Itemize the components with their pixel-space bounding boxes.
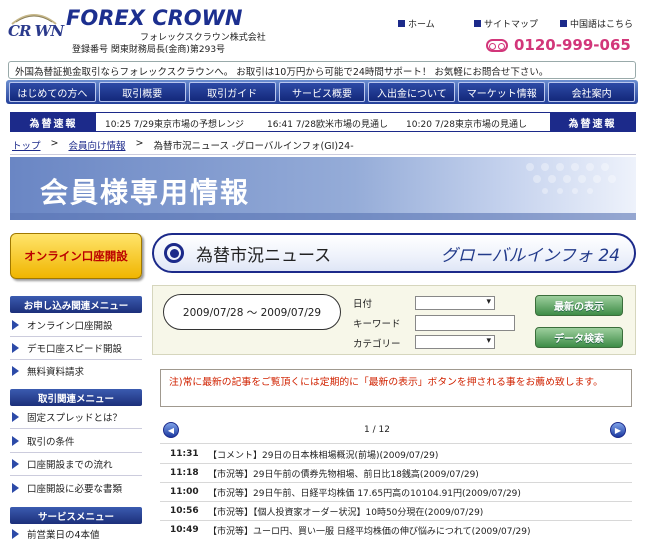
logo-name: FOREX CROWN <box>66 6 243 30</box>
notice-message: 注)常に最新の記事をご覧頂くには定期的に「最新の表示」ボタンを押される事をお薦め… <box>160 369 632 407</box>
date-range: 2009/07/28 〜 2009/07/29 <box>163 294 341 330</box>
divider <box>10 452 142 453</box>
news-time: 11:31 <box>170 449 199 459</box>
info-banner: 外国為替証拠金取引ならフォレックスクラウンへ。 お取引は10万円から可能で24時… <box>8 61 636 79</box>
square-bullet-icon <box>474 20 481 27</box>
free-dial-icon <box>486 38 508 52</box>
breadcrumb: トップ > 会員向け情報 > 為替市況ニュース -グローバルインフォ(GI)24… <box>12 138 354 152</box>
nav-company[interactable]: 会社案内 <box>548 82 636 102</box>
sidebar-item-account-flow[interactable]: 口座開設までの流れ <box>12 456 142 472</box>
sidebar-heading-trading: 取引関連メニュー <box>10 389 142 406</box>
rates-label-right: 為替速報 <box>550 113 635 131</box>
chinese-link[interactable]: 中国語はこちら <box>560 17 633 30</box>
breadcrumb-top[interactable]: トップ <box>12 138 41 152</box>
arrow-right-icon <box>12 343 19 353</box>
arrow-right-icon <box>12 436 19 446</box>
divider <box>10 428 142 429</box>
news-link[interactable]: 【市況等】【個人投資家オーダー状況】10時50分現在(2009/07/29) <box>208 505 632 518</box>
date-select[interactable] <box>415 296 495 310</box>
sidebar-heading-application: お申し込み関連メニュー <box>10 296 142 313</box>
divider <box>10 475 142 476</box>
square-bullet-icon <box>398 20 405 27</box>
divider <box>160 443 632 444</box>
sidebar-item-fixed-spread[interactable]: 固定スプレッドとは？ <box>12 409 142 425</box>
date-label: 日付 <box>353 299 373 310</box>
news-row[interactable]: 10:56 【市況等】【個人投資家オーダー状況】10時50分現在(2009/07/… <box>160 502 632 520</box>
news-time: 11:00 <box>170 487 199 497</box>
news-link[interactable]: 【市況等】29日午前の債券先物相場、前日比18銭高(2009/07/29) <box>208 467 632 480</box>
home-link[interactable]: ホーム <box>398 17 435 30</box>
news-row[interactable]: 11:18 【市況等】29日午前の債券先物相場、前日比18銭高(2009/07/2… <box>160 464 632 482</box>
nav-service-overview[interactable]: サービス概要 <box>278 82 366 102</box>
phone-number[interactable]: 0120-999-065 <box>486 36 631 54</box>
breadcrumb-separator: > <box>135 138 144 149</box>
page-title: 会員様専用情報 <box>40 176 251 209</box>
arrow-right-icon <box>12 483 19 493</box>
square-bullet-icon <box>560 20 567 27</box>
arrow-right-icon <box>12 412 19 422</box>
nav-market-info[interactable]: マーケット情報 <box>458 82 546 102</box>
divider <box>10 359 142 360</box>
news-title: 為替市況ニュース <box>196 245 332 266</box>
divider <box>10 336 142 337</box>
news-header: 為替市況ニュース グローバルインフォ 24 <box>152 233 636 273</box>
ticker-item[interactable]: 10:20 7/28東京市場の見通し <box>406 117 527 130</box>
keyword-input[interactable] <box>415 315 515 331</box>
ticker-item[interactable]: 16:41 7/28欧米市場の見通し <box>267 117 388 130</box>
news-link[interactable]: 【市況等】29日午前、日経平均株価 17.65円高の10104.91円(2009… <box>208 486 632 499</box>
news-row[interactable]: 10:49 【市況等】ユーロ円、買い一服 日経平均株価の伸び悩みにつれて(2009… <box>160 521 632 539</box>
nav-trading-overview[interactable]: 取引概要 <box>98 82 186 102</box>
arrow-right-icon <box>12 366 19 376</box>
category-label: カテゴリー <box>353 339 401 350</box>
rates-ticker: 為替速報 10:25 7/29東京市場の予想レンジ 16:41 7/28欧米市場… <box>10 112 636 132</box>
breadcrumb-current: 為替市況ニュース -グローバルインフォ(GI)24- <box>153 141 354 152</box>
logo-short: CR WN <box>8 22 64 40</box>
registration-number: 登録番号 関東財務局長(金商)第293号 <box>72 45 226 55</box>
news-row[interactable]: 11:00 【市況等】29日午前、日経平均株価 17.65円高の10104.91円… <box>160 483 632 501</box>
nav-deposit-withdrawal[interactable]: 入出金について <box>368 82 456 102</box>
news-link[interactable]: 【コメント】29日の日本株相場概況(前場)(2009/07/29) <box>208 448 632 461</box>
news-time: 10:49 <box>170 525 199 535</box>
page-counter: 1 / 12 <box>364 425 390 435</box>
sidebar-item-ohlc[interactable]: 前営業日の4本値 <box>12 526 142 542</box>
sidebar-heading-service: サービスメニュー <box>10 507 142 524</box>
keyword-label: キーワード <box>353 319 401 330</box>
sidebar-item-free-brochure[interactable]: 無料資料請求 <box>12 363 142 379</box>
page-banner: 会員様専用情報 <box>10 157 636 220</box>
search-panel: 2009/07/28 〜 2009/07/29 日付 キーワード カテゴリー 最… <box>152 285 636 355</box>
main-nav: はじめての方へ 取引概要 取引ガイド サービス概要 入出金について マーケット情… <box>6 80 638 104</box>
news-subtitle: グローバルインフォ 24 <box>440 245 620 266</box>
rates-label-left: 為替速報 <box>11 113 96 131</box>
sitemap-link[interactable]: サイトマップ <box>474 17 538 30</box>
arrow-right-icon <box>12 459 19 469</box>
category-select[interactable] <box>415 335 495 349</box>
prev-page-button[interactable]: ◀ <box>163 422 179 438</box>
arrow-right-icon <box>12 529 19 539</box>
nav-beginners[interactable]: はじめての方へ <box>9 82 96 102</box>
nav-trading-guide[interactable]: 取引ガイド <box>188 82 276 102</box>
news-row[interactable]: 11:31 【コメント】29日の日本株相場概況(前場)(2009/07/29) <box>160 445 632 463</box>
arrow-right-icon <box>12 320 19 330</box>
ticker-item[interactable]: 10:25 7/29東京市場の予想レンジ <box>105 117 244 130</box>
arrow-right-icon: ▶ <box>614 425 622 435</box>
breadcrumb-separator: > <box>50 138 59 149</box>
sidebar-item-demo-account[interactable]: デモ口座スピード開設 <box>12 340 142 356</box>
arrow-left-icon: ◀ <box>167 425 175 435</box>
latest-button[interactable]: 最新の表示 <box>535 295 623 316</box>
sidebar-item-required-documents[interactable]: 口座開設に必要な書類 <box>12 480 142 496</box>
sidebar-item-trading-conditions[interactable]: 取引の条件 <box>12 433 142 449</box>
news-time: 10:56 <box>170 506 199 516</box>
bullet-circle-icon <box>164 243 184 263</box>
sidebar-item-online-account[interactable]: オンライン口座開設 <box>12 317 142 333</box>
search-button[interactable]: データ検索 <box>535 327 623 348</box>
open-account-button[interactable]: オンライン口座開設 <box>10 233 142 279</box>
divider <box>10 154 636 155</box>
breadcrumb-member-info[interactable]: 会員向け情報 <box>68 138 125 152</box>
next-page-button[interactable]: ▶ <box>610 422 626 438</box>
news-time: 11:18 <box>170 468 199 478</box>
news-link[interactable]: 【市況等】ユーロ円、買い一服 日経平均株価の伸び悩みにつれて(2009/07/2… <box>208 524 632 537</box>
